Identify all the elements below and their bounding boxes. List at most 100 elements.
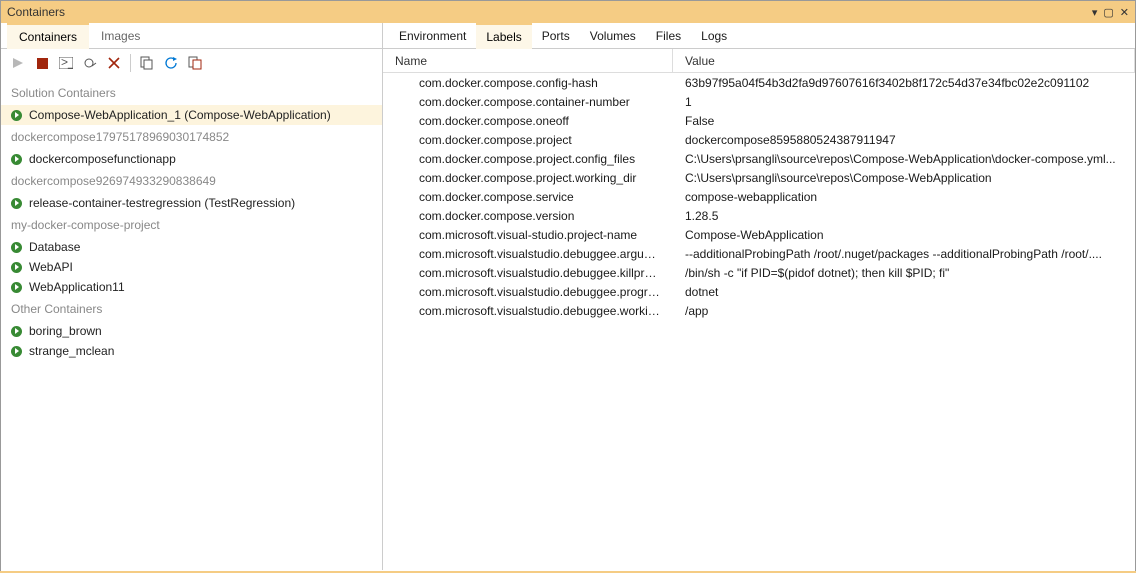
tab-labels[interactable]: Labels — [476, 23, 531, 49]
label-name: com.docker.compose.project.config_files — [383, 152, 673, 166]
svg-text:>_: >_ — [61, 57, 73, 69]
tree-item-label: WebApplication11 — [29, 280, 125, 294]
label-name: com.docker.compose.project.working_dir — [383, 171, 673, 185]
tree-item[interactable]: WebAPI — [1, 257, 382, 277]
tree-item[interactable]: Database — [1, 237, 382, 257]
tree-item[interactable]: release-container-testregression (TestRe… — [1, 193, 382, 213]
label-value: C:\Users\prsangli\source\repos\Compose-W… — [673, 171, 1135, 185]
tab-ports[interactable]: Ports — [532, 23, 580, 49]
tree-item-label: strange_mclean — [29, 344, 114, 358]
window-controls: ▾ ▢ ✕ — [1092, 6, 1129, 19]
label-value: dockercompose8595880524387911947 — [673, 133, 1135, 147]
label-row[interactable]: com.microsoft.visualstudio.debuggee.prog… — [383, 282, 1135, 301]
delete-icon[interactable] — [103, 52, 125, 74]
tab-volumes[interactable]: Volumes — [580, 23, 646, 49]
tree-item-label: boring_brown — [29, 324, 102, 338]
tree-group: dockercompose17975178969030174852 — [1, 125, 382, 149]
label-name: com.docker.compose.project — [383, 133, 673, 147]
label-name: com.microsoft.visualstudio.debuggee.work… — [383, 304, 673, 318]
label-name: com.microsoft.visualstudio.debuggee.argu… — [383, 247, 673, 261]
attach-debugger-icon[interactable] — [79, 52, 101, 74]
running-indicator-icon — [11, 110, 22, 121]
terminal-icon[interactable]: >_ — [55, 52, 77, 74]
title-bar: Containers ▾ ▢ ✕ — [1, 1, 1135, 23]
label-name: com.docker.compose.version — [383, 209, 673, 223]
tab-logs[interactable]: Logs — [691, 23, 737, 49]
stop-icon[interactable] — [31, 52, 53, 74]
tabs-row: Containers Images Environment Labels Por… — [1, 23, 1135, 49]
tree-group: Other Containers — [1, 297, 382, 321]
detail-header: Name Value — [383, 49, 1135, 73]
detail-rows: com.docker.compose.config-hash63b97f95a0… — [383, 73, 1135, 320]
tree-item-label: Database — [29, 240, 80, 254]
label-value: False — [673, 114, 1135, 128]
toolbar-separator — [130, 54, 131, 72]
label-row[interactable]: com.docker.compose.project.config_filesC… — [383, 149, 1135, 168]
label-row[interactable]: com.docker.compose.project.working_dirC:… — [383, 168, 1135, 187]
detail-panel: Name Value com.docker.compose.config-has… — [383, 49, 1135, 570]
label-row[interactable]: com.docker.compose.projectdockercompose8… — [383, 130, 1135, 149]
label-value: Compose-WebApplication — [673, 228, 1135, 242]
label-value: C:\Users\prsangli\source\repos\Compose-W… — [673, 152, 1135, 166]
refresh-icon[interactable] — [160, 52, 182, 74]
tree-item[interactable]: WebApplication11 — [1, 277, 382, 297]
main-area: >_ Solution Containers Compose-WebApplica… — [1, 49, 1135, 570]
label-row[interactable]: com.microsoft.visualstudio.debuggee.argu… — [383, 244, 1135, 263]
tab-environment[interactable]: Environment — [389, 23, 476, 49]
tree-item[interactable]: boring_brown — [1, 321, 382, 341]
tab-containers[interactable]: Containers — [7, 23, 89, 49]
close-icon[interactable]: ✕ — [1120, 6, 1129, 19]
label-row[interactable]: com.microsoft.visualstudio.debuggee.kill… — [383, 263, 1135, 282]
label-value: dotnet — [673, 285, 1135, 299]
tree-group: dockercompose926974933290838649 — [1, 169, 382, 193]
label-name: com.microsoft.visualstudio.debuggee.kill… — [383, 266, 673, 280]
label-row[interactable]: com.docker.compose.servicecompose-webapp… — [383, 187, 1135, 206]
label-value: 1.28.5 — [673, 209, 1135, 223]
running-indicator-icon — [11, 198, 22, 209]
tree-item[interactable]: strange_mclean — [1, 341, 382, 361]
right-tab-bar: Environment Labels Ports Volumes Files L… — [383, 23, 737, 49]
label-name: com.microsoft.visual-studio.project-name — [383, 228, 673, 242]
label-row[interactable]: com.microsoft.visual-studio.project-name… — [383, 225, 1135, 244]
sidebar-toolbar: >_ — [1, 49, 382, 77]
prune-icon[interactable] — [184, 52, 206, 74]
label-row[interactable]: com.docker.compose.config-hash63b97f95a0… — [383, 73, 1135, 92]
tab-files[interactable]: Files — [646, 23, 691, 49]
label-value: --additionalProbingPath /root/.nuget/pac… — [673, 247, 1135, 261]
tab-images[interactable]: Images — [89, 23, 152, 49]
sidebar: >_ Solution Containers Compose-WebApplica… — [1, 49, 383, 570]
running-indicator-icon — [11, 282, 22, 293]
label-row[interactable]: com.docker.compose.oneoffFalse — [383, 111, 1135, 130]
window-menu-icon[interactable]: ▾ — [1092, 6, 1098, 19]
running-indicator-icon — [11, 346, 22, 357]
left-tab-bar: Containers Images — [1, 23, 383, 49]
start-icon[interactable] — [7, 52, 29, 74]
maximize-icon[interactable]: ▢ — [1103, 6, 1113, 19]
label-name: com.docker.compose.service — [383, 190, 673, 204]
running-indicator-icon — [11, 242, 22, 253]
label-value: 1 — [673, 95, 1135, 109]
window-title: Containers — [7, 5, 65, 19]
label-row[interactable]: com.docker.compose.version1.28.5 — [383, 206, 1135, 225]
container-tree: Solution Containers Compose-WebApplicatio… — [1, 77, 382, 365]
tree-item[interactable]: dockercomposefunctionapp — [1, 149, 382, 169]
tree-group: Solution Containers — [1, 81, 382, 105]
running-indicator-icon — [11, 154, 22, 165]
label-value: /app — [673, 304, 1135, 318]
tree-item-label: Compose-WebApplication_1 (Compose-WebApp… — [29, 108, 331, 122]
column-header-value[interactable]: Value — [673, 49, 1135, 72]
label-name: com.microsoft.visualstudio.debuggee.prog… — [383, 285, 673, 299]
column-header-name[interactable]: Name — [383, 49, 673, 72]
label-value: compose-webapplication — [673, 190, 1135, 204]
tree-group: my-docker-compose-project — [1, 213, 382, 237]
label-row[interactable]: com.microsoft.visualstudio.debuggee.work… — [383, 301, 1135, 320]
running-indicator-icon — [11, 262, 22, 273]
label-row[interactable]: com.docker.compose.container-number1 — [383, 92, 1135, 111]
label-name: com.docker.compose.container-number — [383, 95, 673, 109]
tree-item-label: dockercomposefunctionapp — [29, 152, 176, 166]
tree-item[interactable]: Compose-WebApplication_1 (Compose-WebApp… — [1, 105, 382, 125]
label-name: com.docker.compose.oneoff — [383, 114, 673, 128]
tree-item-label: release-container-testregression (TestRe… — [29, 196, 295, 210]
copy-icon[interactable] — [136, 52, 158, 74]
label-value: /bin/sh -c "if PID=$(pidof dotnet); then… — [673, 266, 1135, 280]
